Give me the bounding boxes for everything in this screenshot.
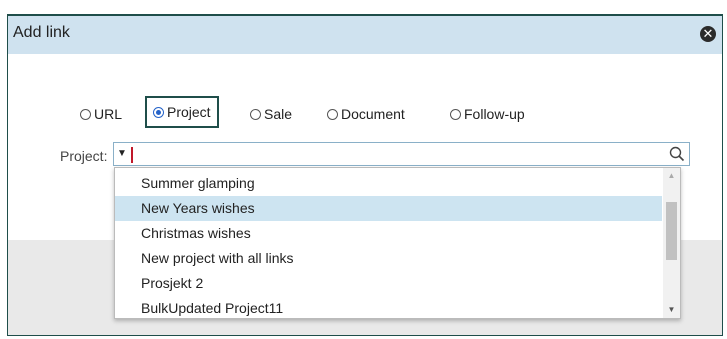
scroll-up-icon[interactable]: ▲: [663, 168, 680, 184]
list-item[interactable]: Summer glamping: [115, 171, 662, 196]
dialog-title: Add link: [13, 24, 70, 41]
list-item[interactable]: BulkUpdated Project11: [115, 296, 662, 321]
radio-project[interactable]: Project: [145, 96, 219, 128]
search-icon[interactable]: [668, 145, 686, 163]
radio-circle[interactable]: [250, 108, 261, 120]
radio-document[interactable]: Document: [327, 104, 405, 124]
project-dropdown-list: Summer glamping New Years wishes Christm…: [114, 167, 681, 319]
list-item[interactable]: Prosjekt 2: [115, 271, 662, 296]
radio-circle[interactable]: [80, 108, 91, 120]
radio-circle[interactable]: [153, 106, 164, 118]
project-options: Summer glamping New Years wishes Christm…: [115, 171, 662, 321]
radio-label-document: Document: [341, 106, 405, 122]
radio-label-sale: Sale: [264, 106, 293, 122]
close-icon[interactable]: ✕: [700, 26, 716, 42]
project-search-input[interactable]: ▼: [113, 142, 690, 166]
chevron-down-icon[interactable]: ▼: [117, 148, 127, 159]
scroll-down-icon[interactable]: ▼: [663, 302, 680, 318]
list-item[interactable]: Christmas wishes: [115, 221, 662, 246]
radio-circle[interactable]: [450, 108, 461, 120]
link-type-radio-group: URL Project Sale Document Follow-up: [8, 96, 722, 132]
radio-label-follow-up: Follow-up: [464, 106, 525, 122]
radio-circle[interactable]: [327, 108, 338, 120]
scrollbar-thumb[interactable]: [666, 202, 677, 260]
text-cursor: [131, 147, 133, 163]
project-field-label: Project:: [60, 148, 108, 164]
radio-follow-up[interactable]: Follow-up: [450, 104, 525, 124]
list-item[interactable]: New Years wishes: [115, 196, 662, 221]
dialog-titlebar: Add link ✕: [8, 16, 722, 54]
list-item[interactable]: New project with all links: [115, 246, 662, 271]
radio-sale[interactable]: Sale: [250, 104, 292, 124]
radio-url[interactable]: URL: [80, 104, 122, 124]
dropdown-scrollbar[interactable]: ▲ ▼: [663, 168, 680, 318]
add-link-dialog: Add link ✕ URL Project Sale Document Fol…: [7, 14, 723, 336]
radio-label-url: URL: [94, 106, 123, 122]
radio-label-project: Project: [167, 104, 211, 120]
